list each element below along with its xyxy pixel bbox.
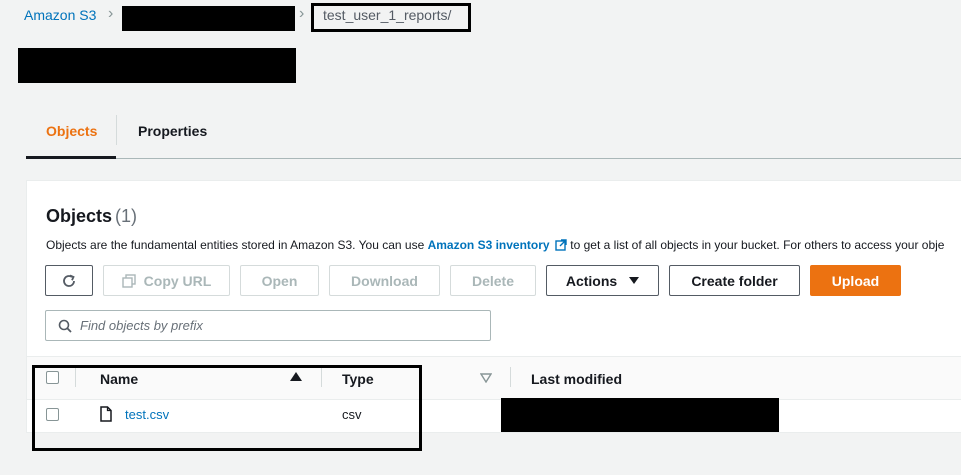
redacted-last-modified xyxy=(501,398,779,432)
object-count: (1) xyxy=(115,206,137,226)
refresh-icon xyxy=(61,273,77,289)
tab-objects[interactable]: Objects xyxy=(46,123,97,139)
column-divider[interactable] xyxy=(510,367,511,387)
tab-divider xyxy=(116,115,117,145)
redacted-bucket-name xyxy=(122,6,295,31)
search-placeholder: Find objects by prefix xyxy=(80,318,203,333)
copy-url-button[interactable]: Copy URL xyxy=(103,265,230,296)
download-label: Download xyxy=(351,272,418,289)
copy-url-label: Copy URL xyxy=(143,272,212,289)
column-header-last-modified[interactable]: Last modified xyxy=(531,371,622,387)
external-link-icon[interactable] xyxy=(555,239,567,254)
refresh-button[interactable] xyxy=(45,265,93,296)
description-text: Objects are the fundamental entities sto… xyxy=(46,238,428,252)
breadcrumb-separator: › xyxy=(299,5,305,22)
upload-label: Upload xyxy=(831,272,880,289)
actions-label: Actions xyxy=(565,272,618,289)
breadcrumb-separator: › xyxy=(108,5,114,22)
download-button[interactable]: Download xyxy=(329,265,440,296)
search-icon xyxy=(58,319,72,333)
tabs-baseline xyxy=(26,158,961,159)
redacted-page-title xyxy=(18,48,296,83)
delete-label: Delete xyxy=(471,272,515,289)
sort-descending-icon[interactable] xyxy=(480,373,492,383)
caret-down-icon xyxy=(629,276,640,285)
copy-icon xyxy=(121,273,136,288)
actions-dropdown-button[interactable]: Actions xyxy=(546,265,659,296)
breadcrumb-amazon-s3[interactable]: Amazon S3 xyxy=(24,7,96,23)
tab-active-indicator xyxy=(26,156,116,159)
open-label: Open xyxy=(261,272,298,289)
create-folder-button[interactable]: Create folder xyxy=(669,265,800,296)
delete-button[interactable]: Delete xyxy=(450,265,536,296)
s3-inventory-link[interactable]: Amazon S3 inventory xyxy=(428,238,550,252)
create-folder-label: Create folder xyxy=(691,272,778,289)
description-text-suffix: to get a list of all objects in your buc… xyxy=(566,238,945,252)
upload-button[interactable]: Upload xyxy=(810,265,901,296)
panel-description: Objects are the fundamental entities sto… xyxy=(46,238,944,254)
open-button[interactable]: Open xyxy=(240,265,319,296)
tab-properties[interactable]: Properties xyxy=(138,123,207,139)
panel-title: Objects xyxy=(46,206,113,226)
search-input[interactable]: Find objects by prefix xyxy=(45,310,491,341)
highlight-box-table xyxy=(32,365,422,451)
breadcrumb-current-folder: test_user_1_reports/ xyxy=(323,7,452,23)
